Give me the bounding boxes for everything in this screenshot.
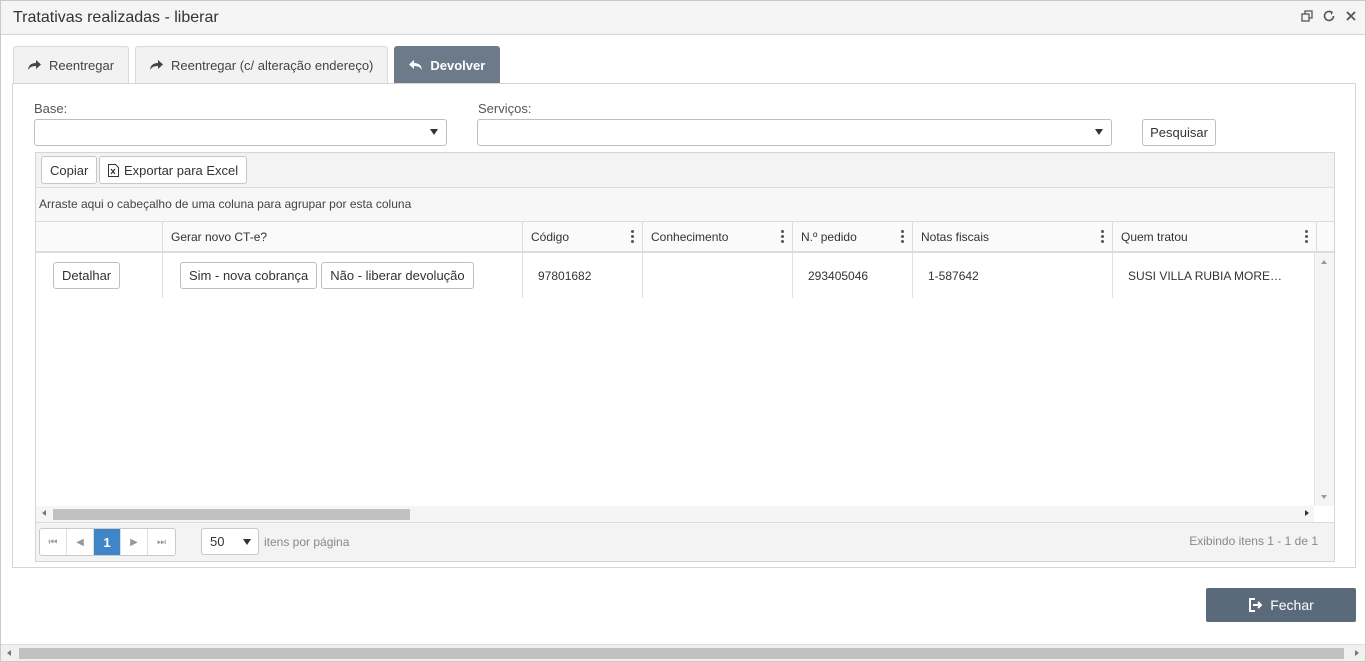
column-menu-icon[interactable] [1305, 230, 1308, 243]
data-grid: Copiar Exportar para Excel Arraste aqui … [35, 152, 1335, 562]
no-release-return-button[interactable]: Não - liberar devolução [321, 262, 474, 289]
pager-info: Exibindo itens 1 - 1 de 1 [1189, 534, 1318, 548]
window-title: Tratativas realizadas - liberar [13, 9, 219, 26]
page-horizontal-scrollbar[interactable] [1, 644, 1365, 661]
share-arrow-icon [28, 60, 41, 70]
column-header-actions [36, 222, 162, 251]
scrollbar-thumb[interactable] [19, 648, 1344, 659]
dialog-window: Tratativas realizadas - liberar Reentreg… [0, 0, 1366, 662]
share-arrow-icon [150, 60, 164, 70]
group-drop-area[interactable]: Arraste aqui o cabeçalho de uma coluna p… [36, 188, 1334, 222]
codigo-cell: 97801682 [522, 253, 642, 298]
quem-tratou-cell: SUSI VILLA RUBIA MORE… [1112, 253, 1312, 298]
tab-strip: Reentregar Reentregar (c/ alteração ende… [13, 46, 501, 84]
column-header-quem-tratou[interactable]: Quem tratou [1112, 222, 1316, 251]
export-excel-button[interactable]: Exportar para Excel [99, 156, 248, 184]
grouping-hint: Arraste aqui o cabeçalho de uma coluna p… [39, 197, 412, 211]
reply-arrow-icon [409, 60, 423, 70]
column-header-conhecimento[interactable]: Conhecimento [642, 222, 792, 251]
page-size-value: 50 [210, 534, 225, 549]
copy-label: Copiar [50, 162, 89, 178]
refresh-icon[interactable] [1321, 8, 1337, 24]
base-label: Base: [34, 101, 68, 116]
last-page-icon[interactable]: ⏭ [148, 529, 175, 555]
previous-page-icon[interactable]: ◀ [67, 529, 94, 555]
tab-reentregar[interactable]: Reentregar [13, 46, 130, 84]
scroll-left-icon[interactable] [7, 650, 11, 656]
tab-content-panel: Base: Serviços: Pesquisar Copiar Exporta… [12, 83, 1356, 568]
copy-button[interactable]: Copiar [41, 156, 98, 184]
scroll-right-icon[interactable] [1305, 510, 1309, 516]
base-select[interactable] [34, 119, 447, 146]
close-icon[interactable] [1343, 8, 1359, 24]
yes-new-charge-button[interactable]: Sim - nova cobrança [180, 262, 318, 289]
servicos-select[interactable] [477, 119, 1112, 146]
actions-cell: Detalhar [36, 253, 162, 298]
close-label: Fechar [1270, 597, 1314, 613]
page-size-label: itens por página [264, 535, 350, 549]
column-header-gerar-cte[interactable]: Gerar novo CT-e? [162, 222, 522, 251]
window-controls [1299, 8, 1359, 24]
column-menu-icon[interactable] [1101, 230, 1104, 243]
scroll-right-icon[interactable] [1355, 650, 1359, 656]
grid-pager: ⏮ ◀ 1 ▶ ⏭ 50 itens por página Exibindo i… [36, 522, 1334, 561]
next-page-icon[interactable]: ▶ [121, 529, 148, 555]
grid-toolbar: Copiar Exportar para Excel [36, 153, 1334, 188]
scroll-down-icon[interactable] [1321, 495, 1327, 499]
tab-reentregar-alteracao-endereco[interactable]: Reentregar (c/ alteração endereço) [135, 46, 389, 84]
column-menu-icon[interactable] [631, 230, 634, 243]
scroll-up-icon[interactable] [1321, 260, 1327, 264]
title-bar: Tratativas realizadas - liberar [1, 1, 1365, 35]
excel-file-icon [108, 163, 119, 177]
tab-label: Reentregar [49, 58, 115, 73]
detail-button[interactable]: Detalhar [53, 262, 121, 289]
scrollbar-thumb[interactable] [53, 509, 410, 520]
pagination-controls: ⏮ ◀ 1 ▶ ⏭ [39, 528, 176, 556]
column-header-codigo[interactable]: Código [522, 222, 642, 251]
vertical-scrollbar[interactable] [1314, 253, 1334, 506]
tab-label: Devolver [430, 58, 486, 73]
pedido-cell: 293405046 [792, 253, 912, 298]
grid-header: Gerar novo CT-e? Código Conhecimento N.º… [36, 222, 1334, 253]
servicos-label: Serviços: [478, 101, 532, 116]
column-header-spacer [1316, 222, 1334, 251]
scroll-left-icon[interactable] [42, 510, 46, 516]
export-label: Exportar para Excel [124, 162, 239, 178]
column-header-pedido[interactable]: N.º pedido [792, 222, 912, 251]
page-size-select[interactable]: 50 [201, 528, 259, 555]
column-header-notas-fiscais[interactable]: Notas fiscais [912, 222, 1112, 251]
restore-icon[interactable] [1299, 8, 1315, 24]
current-page-button[interactable]: 1 [94, 529, 121, 555]
first-page-icon[interactable]: ⏮ [40, 529, 67, 555]
conhecimento-cell [642, 253, 792, 298]
column-menu-icon[interactable] [781, 230, 784, 243]
chevron-down-icon [1095, 129, 1103, 135]
sign-out-icon [1249, 598, 1263, 612]
column-menu-icon[interactable] [901, 230, 904, 243]
chevron-down-icon [430, 129, 438, 135]
tab-devolver[interactable]: Devolver [394, 46, 501, 84]
search-button[interactable]: Pesquisar [1142, 119, 1216, 146]
table-row: Detalhar Sim - nova cobrança Não - liber… [36, 253, 1312, 298]
gerar-cte-cell: Sim - nova cobrança Não - liberar devolu… [162, 253, 522, 298]
notas-fiscais-cell: 1-587642 [912, 253, 1112, 298]
close-button[interactable]: Fechar [1206, 588, 1356, 622]
horizontal-scrollbar[interactable] [36, 506, 1314, 522]
tab-label: Reentregar (c/ alteração endereço) [171, 58, 374, 73]
chevron-down-icon [243, 539, 251, 545]
